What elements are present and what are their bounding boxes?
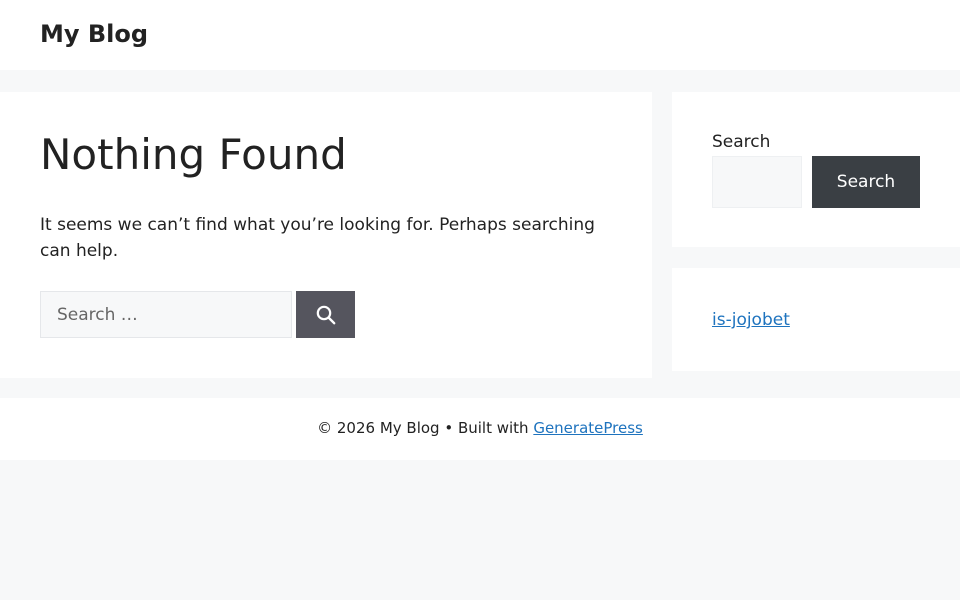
footer-copyright-text: © 2026 My Blog • Built with <box>317 419 534 437</box>
search-widget-label: Search <box>712 132 771 152</box>
sidebar-search-button[interactable]: Search <box>812 156 920 208</box>
site-title[interactable]: My Blog <box>40 17 148 51</box>
main-search-button[interactable] <box>296 291 355 338</box>
nothing-found-message: It seems we can’t find what you’re looki… <box>40 215 595 261</box>
sidebar-search-input[interactable] <box>712 156 802 208</box>
page-title: Nothing Found <box>40 130 347 179</box>
main-search-input[interactable] <box>40 291 292 338</box>
sidebar-link-is-jojobet[interactable]: is-jojobet <box>712 307 790 333</box>
footer-copyright: © 2026 My Blog • Built with GeneratePres… <box>0 417 960 439</box>
search-icon <box>316 305 335 324</box>
footer-generatepress-link[interactable]: GeneratePress <box>533 419 643 437</box>
